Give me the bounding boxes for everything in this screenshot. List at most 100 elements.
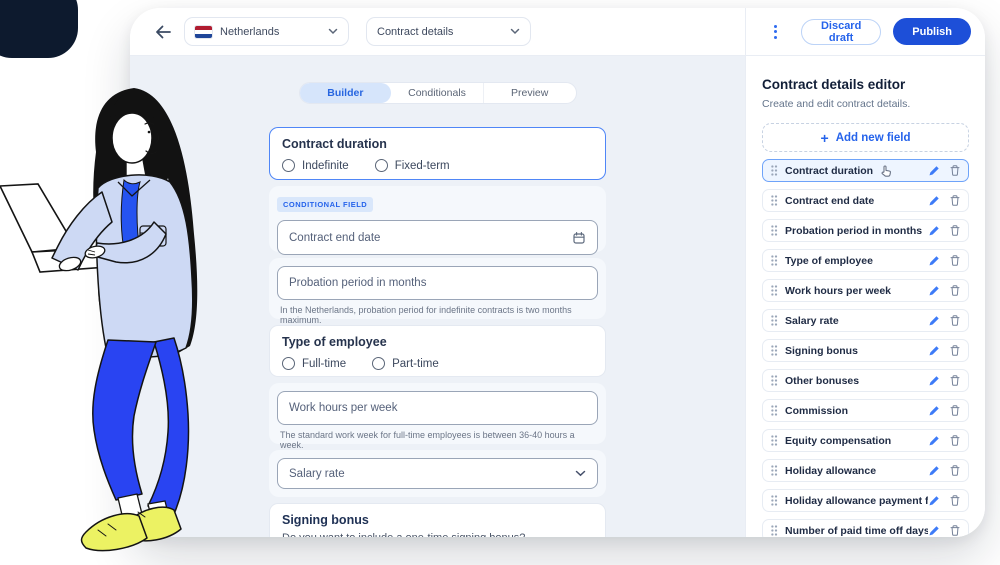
app-window: Netherlands Contract details Discard dra…	[130, 8, 985, 537]
sidebar-field-row[interactable]: Work hours per week	[762, 279, 969, 302]
page: Netherlands Contract details Discard dra…	[0, 0, 1000, 565]
edit-pencil-icon[interactable]	[928, 404, 940, 417]
tab-preview[interactable]: Preview	[484, 83, 576, 103]
edit-pencil-icon[interactable]	[928, 434, 940, 447]
delete-trash-icon[interactable]	[949, 524, 961, 537]
delete-trash-icon[interactable]	[949, 254, 961, 267]
contract-end-date-input[interactable]: Contract end date	[277, 220, 598, 255]
delete-trash-icon[interactable]	[949, 494, 961, 507]
work-hours-helper-text: The standard work week for full-time emp…	[277, 430, 598, 450]
edit-pencil-icon[interactable]	[928, 524, 940, 537]
sidebar-field-row[interactable]: Type of employee	[762, 249, 969, 272]
back-button[interactable]	[150, 19, 176, 45]
field-label: Signing bonus	[785, 345, 858, 357]
drag-handle-icon[interactable]	[770, 434, 778, 447]
work-hours-input[interactable]: Work hours per week	[277, 391, 598, 425]
contract-duration-card[interactable]: Contract duration Indefinite Fixed-term	[269, 127, 606, 180]
field-label: Other bonuses	[785, 375, 859, 387]
select-value: Salary rate	[289, 468, 345, 480]
sidebar-field-list: Contract duration Contract end date	[762, 159, 969, 537]
sidebar-field-row[interactable]: Holiday allowance payment fre...	[762, 489, 969, 512]
drag-handle-icon[interactable]	[770, 404, 778, 417]
country-select[interactable]: Netherlands	[184, 17, 349, 46]
topbar-actions: Discard draft Publish	[745, 8, 985, 55]
country-select-value: Netherlands	[220, 26, 279, 38]
drag-handle-icon[interactable]	[770, 164, 778, 177]
radio-fixed-term[interactable]: Fixed-term	[375, 159, 450, 172]
delete-trash-icon[interactable]	[949, 434, 961, 447]
radio-label: Part-time	[392, 358, 439, 370]
drag-handle-icon[interactable]	[770, 494, 778, 507]
delete-trash-icon[interactable]	[949, 284, 961, 297]
salary-rate-select[interactable]: Salary rate	[277, 458, 598, 489]
chevron-down-icon	[510, 28, 520, 35]
delete-trash-icon[interactable]	[949, 224, 961, 237]
tab-builder[interactable]: Builder	[300, 83, 392, 103]
drag-handle-icon[interactable]	[770, 464, 778, 477]
probation-input[interactable]: Probation period in months	[277, 266, 598, 300]
sidebar-field-row[interactable]: Holiday allowance	[762, 459, 969, 482]
radio-circle-icon	[372, 357, 385, 370]
drag-handle-icon[interactable]	[770, 374, 778, 387]
contract-details-sidebar: Contract details editor Create and edit …	[745, 56, 985, 537]
drag-handle-icon[interactable]	[770, 344, 778, 357]
sidebar-field-row[interactable]: Contract duration	[762, 159, 969, 182]
delete-trash-icon[interactable]	[949, 374, 961, 387]
sidebar-field-row[interactable]: Salary rate	[762, 309, 969, 332]
hand-cursor-icon	[879, 164, 893, 178]
drag-handle-icon[interactable]	[770, 224, 778, 237]
input-placeholder: Contract end date	[289, 232, 380, 244]
radio-full-time[interactable]: Full-time	[282, 357, 346, 370]
form-column: Contract duration Indefinite Fixed-term	[269, 127, 606, 537]
signing-bonus-subtitle: Do you want to include a one-time signin…	[282, 532, 593, 537]
sidebar-field-row[interactable]: Probation period in months	[762, 219, 969, 242]
drag-handle-icon[interactable]	[770, 194, 778, 207]
sidebar-field-row[interactable]: Other bonuses	[762, 369, 969, 392]
discard-draft-button[interactable]: Discard draft	[801, 19, 881, 45]
edit-pencil-icon[interactable]	[928, 284, 940, 297]
plus-icon: +	[821, 131, 829, 145]
delete-trash-icon[interactable]	[949, 344, 961, 357]
field-label: Contract duration	[785, 165, 873, 177]
edit-pencil-icon[interactable]	[928, 224, 940, 237]
radio-indefinite[interactable]: Indefinite	[282, 159, 349, 172]
conditional-field-badge: Conditional field	[277, 197, 373, 212]
signing-bonus-card[interactable]: Signing bonus Do you want to include a o…	[269, 503, 606, 537]
publish-button[interactable]: Publish	[893, 18, 971, 45]
drag-handle-icon[interactable]	[770, 314, 778, 327]
edit-pencil-icon[interactable]	[928, 254, 940, 267]
field-label: Type of employee	[785, 255, 873, 267]
topbar: Netherlands Contract details Discard dra…	[130, 8, 985, 56]
sidebar-field-row[interactable]: Contract end date	[762, 189, 969, 212]
edit-pencil-icon[interactable]	[928, 194, 940, 207]
tab-conditionals[interactable]: Conditionals	[391, 83, 484, 103]
edit-pencil-icon[interactable]	[928, 344, 940, 357]
add-new-field-label: Add new field	[836, 132, 911, 144]
drag-handle-icon[interactable]	[770, 284, 778, 297]
sidebar-field-row[interactable]: Signing bonus	[762, 339, 969, 362]
kebab-menu-icon[interactable]	[768, 21, 783, 43]
sidebar-field-row[interactable]: Commission	[762, 399, 969, 422]
edit-pencil-icon[interactable]	[928, 464, 940, 477]
edit-pencil-icon[interactable]	[928, 164, 940, 177]
delete-trash-icon[interactable]	[949, 164, 961, 177]
sidebar-field-row[interactable]: Number of paid time off days	[762, 519, 969, 537]
field-label: Equity compensation	[785, 435, 891, 447]
delete-trash-icon[interactable]	[949, 194, 961, 207]
employee-type-card[interactable]: Type of employee Full-time Part-time	[269, 325, 606, 377]
delete-trash-icon[interactable]	[949, 404, 961, 417]
radio-label: Fixed-term	[395, 160, 450, 172]
calendar-icon[interactable]	[572, 231, 586, 245]
template-select[interactable]: Contract details	[366, 17, 531, 46]
signing-bonus-title: Signing bonus	[282, 513, 593, 527]
drag-handle-icon[interactable]	[770, 254, 778, 267]
delete-trash-icon[interactable]	[949, 464, 961, 477]
edit-pencil-icon[interactable]	[928, 494, 940, 507]
drag-handle-icon[interactable]	[770, 524, 778, 537]
add-new-field-button[interactable]: + Add new field	[762, 123, 969, 152]
sidebar-field-row[interactable]: Equity compensation	[762, 429, 969, 452]
delete-trash-icon[interactable]	[949, 314, 961, 327]
radio-part-time[interactable]: Part-time	[372, 357, 439, 370]
edit-pencil-icon[interactable]	[928, 314, 940, 327]
edit-pencil-icon[interactable]	[928, 374, 940, 387]
